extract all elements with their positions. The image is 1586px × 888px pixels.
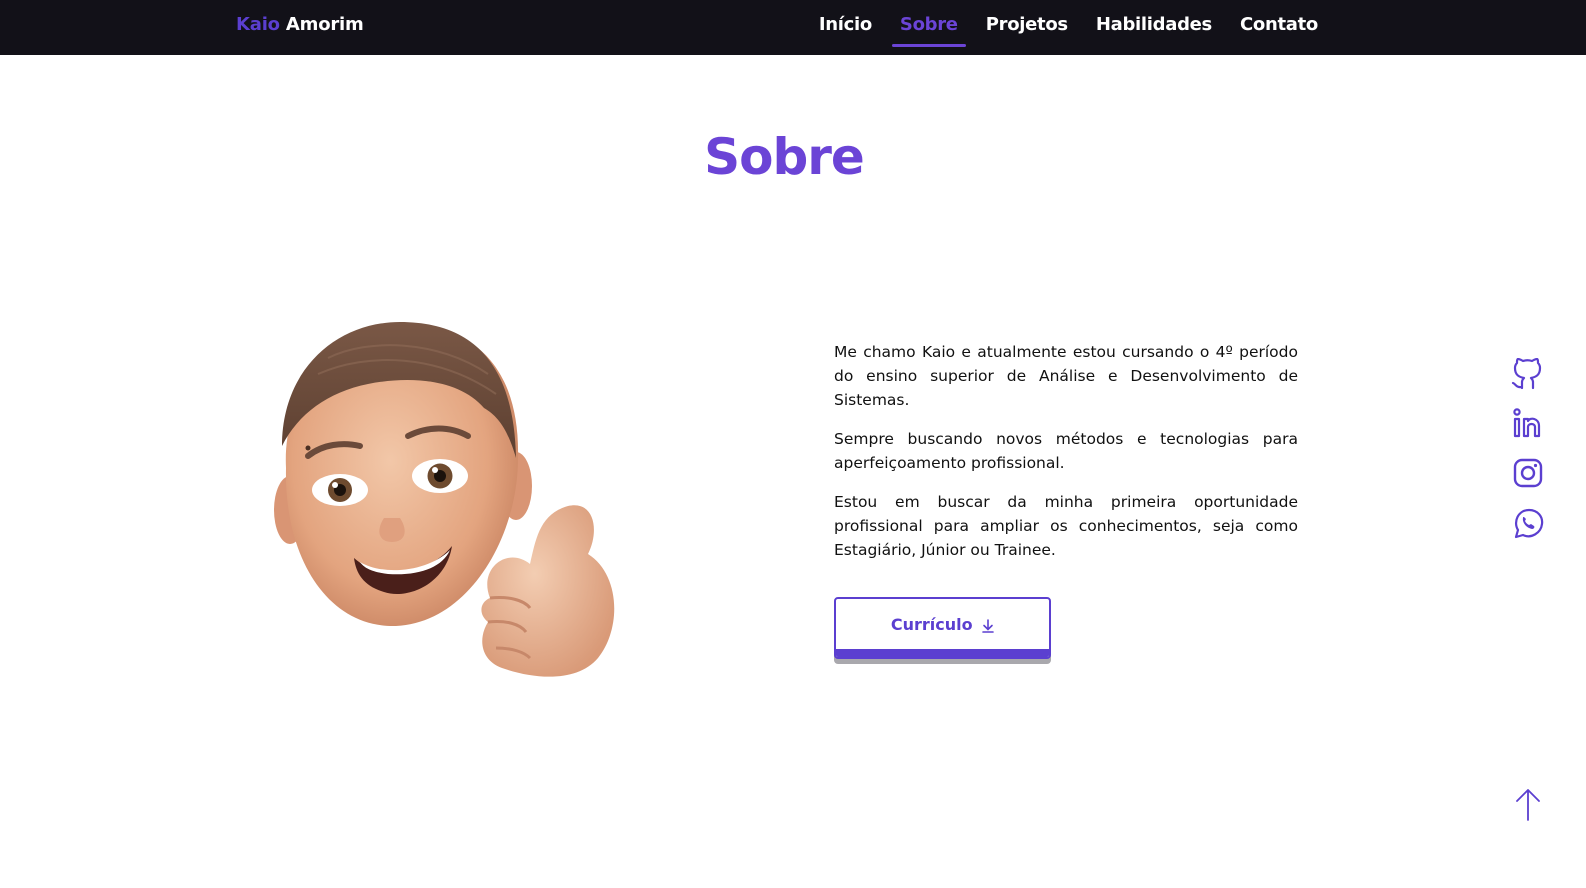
whatsapp-link[interactable] [1510, 508, 1546, 539]
nav-link-contato[interactable]: Contato [1240, 14, 1318, 35]
nav-link-inicio[interactable]: Início [819, 14, 872, 35]
about-paragraph: Estou em buscar da minha primeira oportu… [834, 493, 1298, 559]
social-links [1510, 357, 1546, 539]
whatsapp-icon [1514, 508, 1544, 539]
download-icon [982, 618, 994, 633]
cv-button-label: Currículo [890, 615, 973, 634]
top-navbar: Kaio Amorim Início Sobre Projetos Habili… [0, 0, 1586, 55]
nav-link-habilidades[interactable]: Habilidades [1096, 14, 1212, 35]
github-link[interactable] [1510, 357, 1546, 390]
github-icon [1511, 357, 1542, 390]
instagram-icon [1513, 458, 1543, 488]
nav-link-sobre[interactable]: Sobre [891, 14, 966, 47]
about-paragraph: Me chamo Kaio e atualmente estou cursand… [834, 343, 1298, 409]
nav-link-projetos[interactable]: Projetos [986, 14, 1068, 35]
linkedin-link[interactable] [1510, 408, 1546, 438]
instagram-link[interactable] [1510, 458, 1546, 488]
avatar-image [274, 322, 615, 677]
main-nav: Início Sobre Projetos Habilidades Contat… [819, 14, 1318, 47]
section-title: Sobre [704, 128, 865, 186]
download-cv-button[interactable]: Currículo [834, 597, 1051, 659]
site-logo[interactable]: Kaio Amorim [236, 14, 364, 35]
about-text: Me chamo Kaio e atualmente estou cursand… [834, 340, 1298, 577]
about-paragraph: Sempre buscando novos métodos e tecnolog… [834, 430, 1298, 472]
linkedin-icon [1513, 408, 1541, 438]
logo-first-name: Kaio [236, 14, 280, 35]
back-to-top-arrow-icon[interactable] [1514, 788, 1542, 822]
logo-last-name: Amorim [285, 14, 364, 35]
